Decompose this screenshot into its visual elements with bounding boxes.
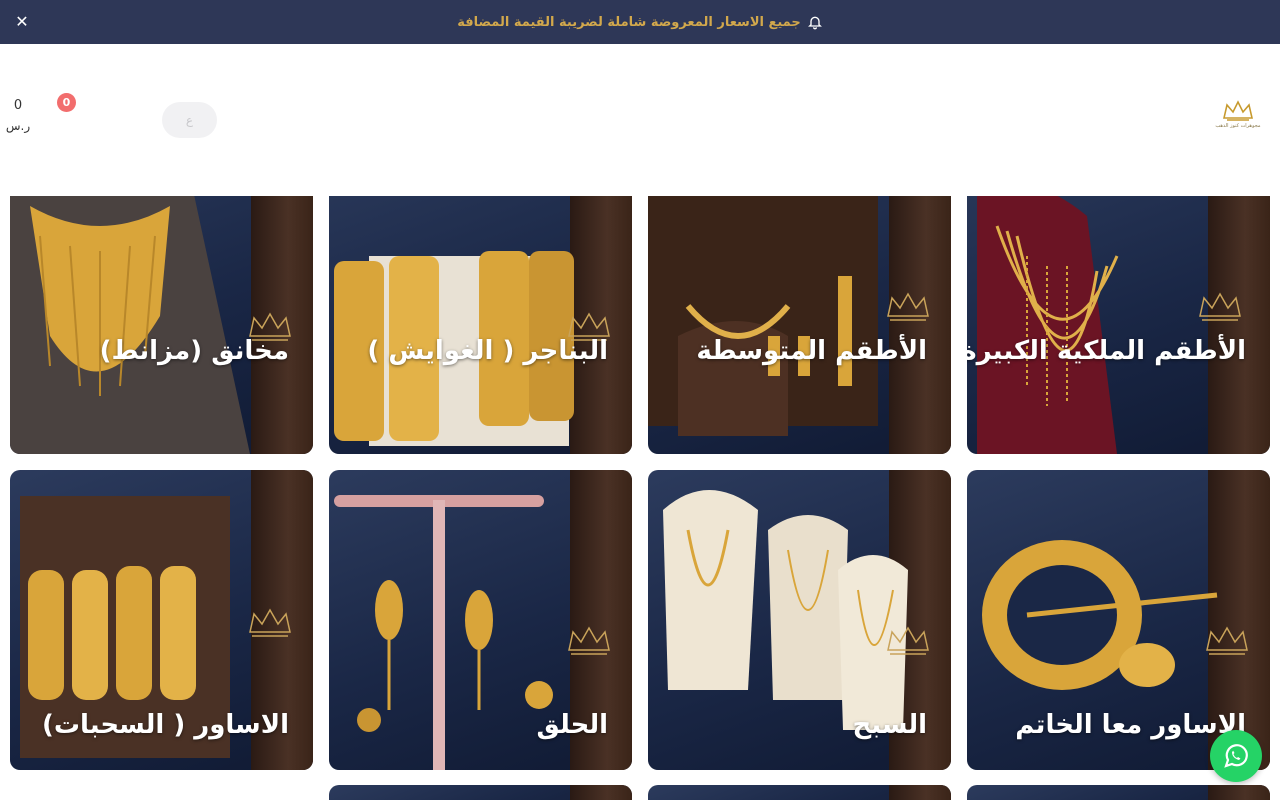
crown-logo-icon [1222, 100, 1254, 121]
category-title: الأطقم المتوسطة [696, 336, 927, 366]
announcement-content: جميع الاسعار المعروضة شاملة لضريبة القيم… [457, 14, 823, 30]
category-card[interactable]: مخانق (مزانط) [10, 196, 313, 454]
category-card[interactable] [648, 785, 951, 800]
announcement-text: جميع الاسعار المعروضة شاملة لضريبة القيم… [457, 14, 801, 30]
announcement-bar: جميع الاسعار المعروضة شاملة لضريبة القيم… [0, 0, 1280, 44]
language-switch[interactable]: ع [162, 102, 217, 138]
store-logo[interactable]: مجوهرات كنوز الذهب [1210, 100, 1266, 140]
cart-count-badge[interactable]: 0 [57, 93, 76, 112]
watermark-logo-icon [568, 626, 610, 655]
category-grid: الأطقم الملكية الكبيرة الأطقم المتوسطة ا… [0, 196, 1280, 800]
watermark-logo-icon [1199, 292, 1241, 321]
category-title: الاساور معا الخاتم [1015, 710, 1246, 740]
watermark-logo-icon [887, 626, 929, 655]
cart-total-value: 0 [13, 98, 23, 113]
category-card[interactable]: الأطقم الملكية الكبيرة [967, 196, 1270, 454]
currency-symbol: ر.س [5, 119, 31, 133]
category-title: البناجر ( الغوايش ) [367, 336, 608, 366]
category-card[interactable] [329, 785, 632, 800]
bell-icon [807, 16, 822, 30]
category-title: مخانق (مزانط) [99, 336, 289, 366]
category-card[interactable]: البناجر ( الغوايش ) [329, 196, 632, 454]
watermark-logo-icon [887, 292, 929, 321]
category-card[interactable]: الأطقم المتوسطة [648, 196, 951, 454]
watermark-logo-icon [249, 608, 291, 637]
category-title: الحلق [536, 710, 608, 740]
logo-caption: مجوهرات كنوز الذهب [1215, 123, 1261, 129]
category-card[interactable] [967, 785, 1270, 800]
category-card[interactable]: السبح [648, 470, 951, 770]
category-card[interactable]: الحلق [329, 470, 632, 770]
whatsapp-button[interactable] [1210, 730, 1262, 782]
category-card[interactable]: الاساور معا الخاتم [967, 470, 1270, 770]
cart-total[interactable]: 0 ر.س [5, 98, 31, 133]
category-title: الأطقم الملكية الكبيرة [967, 336, 1246, 366]
watermark-logo-icon [1206, 626, 1248, 655]
category-title: السبح [852, 710, 927, 740]
category-card[interactable]: الاساور ( السحبات) [10, 470, 313, 770]
whatsapp-icon [1224, 744, 1248, 768]
close-icon[interactable]: ✕ [12, 12, 32, 32]
category-title: الاساور ( السحبات) [42, 710, 289, 740]
